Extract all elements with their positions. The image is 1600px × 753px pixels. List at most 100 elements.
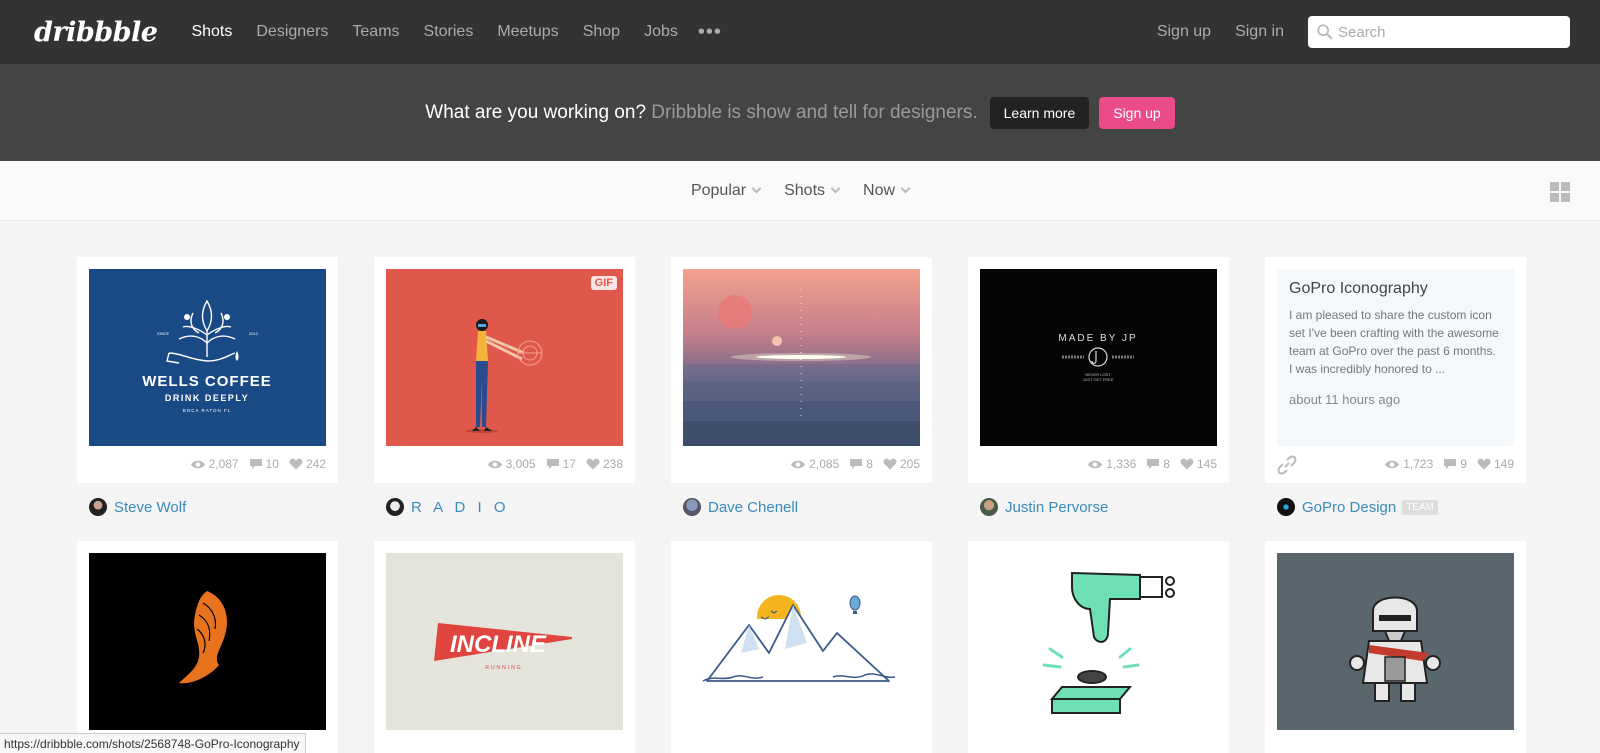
- since-label: SINCE: [157, 331, 170, 336]
- shot-author: GoPro Design TEAM: [1265, 497, 1526, 517]
- wells-coffee-artwork: SINCE 2012 WELLS COFFEE DRINK DEEPLY BOC…: [142, 299, 271, 413]
- shot-card[interactable]: 2,085 8 205: [671, 257, 932, 483]
- more-menu-icon[interactable]: •••: [698, 21, 722, 44]
- avatar[interactable]: [1277, 498, 1295, 516]
- avatar[interactable]: [980, 498, 998, 516]
- search-box[interactable]: [1308, 16, 1570, 48]
- views-count: 3,005: [487, 457, 536, 471]
- author-name[interactable]: Steve Wolf: [114, 499, 186, 516]
- shot-card[interactable]: GoPro Iconography I am pleased to share …: [1265, 257, 1526, 483]
- wells-subtitle: DRINK DEEPLY: [165, 393, 249, 403]
- shot-thumbnail[interactable]: INCLINE RUNNING: [386, 553, 623, 730]
- author-name[interactable]: Dave Chenell: [708, 499, 798, 516]
- shot-thumbnail[interactable]: [683, 553, 920, 730]
- author-name[interactable]: R A D I O: [411, 499, 510, 516]
- views-count: 1,336: [1087, 457, 1136, 471]
- shot-stats: 1,336 8 145: [1087, 457, 1217, 471]
- comments-value: 17: [562, 457, 576, 471]
- auth-area: Sign up Sign in: [1157, 16, 1570, 48]
- incline-sub: RUNNING: [485, 665, 522, 671]
- shot-hover-details[interactable]: GoPro Iconography I am pleased to share …: [1277, 269, 1514, 446]
- comments-count[interactable]: 8: [849, 457, 873, 471]
- likes-value: 205: [899, 457, 920, 471]
- comment-icon: [249, 459, 262, 469]
- nav-jobs[interactable]: Jobs: [644, 23, 678, 41]
- shot-thumbnail[interactable]: [1277, 553, 1514, 730]
- shot-card[interactable]: [968, 541, 1229, 753]
- views-value: 1,723: [1403, 457, 1434, 471]
- filter-time[interactable]: Now: [863, 182, 911, 200]
- dribbble-logo[interactable]: dribbble: [34, 17, 158, 48]
- shots-grid: SINCE 2012 WELLS COFFEE DRINK DEEPLY BOC…: [77, 257, 1530, 753]
- shot-item: [968, 541, 1229, 753]
- avatar[interactable]: [89, 498, 107, 516]
- shot-item: GIF 3,005 17 238 R A D I O: [374, 257, 635, 517]
- filter-type[interactable]: Shots: [784, 181, 841, 200]
- status-bar-url: https://dribbble.com/shots/2568748-GoPro…: [0, 733, 306, 753]
- avatar[interactable]: [683, 498, 701, 516]
- comments-count[interactable]: 17: [546, 457, 576, 471]
- shot-thumbnail[interactable]: SINCE 2012 WELLS COFFEE DRINK DEEPLY BOC…: [89, 269, 326, 446]
- filter-sort[interactable]: Popular: [691, 182, 762, 200]
- shot-item: MADE BY JP NEVER LOST JUST GET FREE 1,33…: [968, 257, 1229, 517]
- nav-shop[interactable]: Shop: [583, 23, 620, 41]
- likes-count[interactable]: 242: [289, 457, 326, 471]
- shot-thumbnail[interactable]: [980, 553, 1217, 730]
- incline-word: INCLINE: [450, 631, 547, 658]
- avatar[interactable]: [386, 498, 404, 516]
- filter-type-label: Shots: [784, 181, 826, 199]
- comments-count[interactable]: 9: [1443, 457, 1467, 471]
- banner-signup-button[interactable]: Sign up: [1099, 96, 1175, 129]
- eye-icon: [791, 460, 806, 468]
- nav-designers[interactable]: Designers: [256, 23, 328, 41]
- author-name[interactable]: Justin Pervorse: [1005, 499, 1108, 516]
- likes-count[interactable]: 145: [1180, 457, 1217, 471]
- shot-thumbnail[interactable]: GIF: [386, 269, 623, 446]
- views-count: 2,085: [790, 457, 839, 471]
- shots-row: INCLINE RUNNING: [77, 541, 1530, 753]
- shot-card[interactable]: SINCE 2012 WELLS COFFEE DRINK DEEPLY BOC…: [77, 257, 338, 483]
- likes-value: 145: [1196, 457, 1217, 471]
- shot-card[interactable]: [1265, 541, 1526, 753]
- shot-description: I am pleased to share the custom icon se…: [1289, 308, 1499, 376]
- shot-card[interactable]: INCLINE RUNNING: [374, 541, 635, 753]
- banner-question: What are you working on?: [425, 101, 647, 123]
- shot-card[interactable]: GIF 3,005 17 238: [374, 257, 635, 483]
- nav-shots[interactable]: Shots: [191, 23, 232, 41]
- comments-count[interactable]: 8: [1146, 457, 1170, 471]
- shot-thumbnail[interactable]: MADE BY JP NEVER LOST JUST GET FREE: [980, 269, 1217, 446]
- nav-stories[interactable]: Stories: [424, 23, 474, 41]
- signin-link[interactable]: Sign in: [1235, 23, 1284, 41]
- link-icon[interactable]: [1277, 455, 1297, 475]
- heart-icon: [883, 458, 897, 470]
- pointing-hand-artwork: [1042, 571, 1175, 714]
- comment-icon: [546, 459, 559, 469]
- author-name[interactable]: GoPro Design: [1302, 499, 1396, 516]
- shot-author: Steve Wolf: [77, 497, 338, 517]
- sunset-artwork: [683, 289, 920, 446]
- likes-count[interactable]: 238: [586, 457, 623, 471]
- eye-icon: [1385, 460, 1400, 468]
- incline-running-artwork: INCLINE RUNNING: [434, 623, 572, 671]
- comments-count[interactable]: 10: [249, 457, 279, 471]
- nav-meetups[interactable]: Meetups: [497, 23, 558, 41]
- shot-card[interactable]: [671, 541, 932, 753]
- shot-stats: 3,005 17 238: [487, 457, 623, 471]
- likes-count[interactable]: 205: [883, 457, 920, 471]
- shots-row: SINCE 2012 WELLS COFFEE DRINK DEEPLY BOC…: [77, 257, 1530, 517]
- shot-card[interactable]: [77, 541, 338, 753]
- shot-title[interactable]: GoPro Iconography: [1289, 280, 1502, 298]
- learn-more-button[interactable]: Learn more: [989, 96, 1090, 129]
- comments-value: 8: [866, 457, 873, 471]
- shot-thumbnail[interactable]: [89, 553, 326, 730]
- shot-thumbnail[interactable]: [683, 269, 920, 446]
- search-input[interactable]: [1338, 23, 1558, 41]
- shot-card[interactable]: MADE BY JP NEVER LOST JUST GET FREE 1,33…: [968, 257, 1229, 483]
- shot-item: [77, 541, 338, 753]
- heart-icon: [1477, 458, 1491, 470]
- signup-link[interactable]: Sign up: [1157, 23, 1211, 41]
- heart-icon: [289, 458, 303, 470]
- nav-teams[interactable]: Teams: [352, 23, 399, 41]
- grid-view-icon[interactable]: [1550, 182, 1570, 202]
- likes-count[interactable]: 149: [1477, 457, 1514, 471]
